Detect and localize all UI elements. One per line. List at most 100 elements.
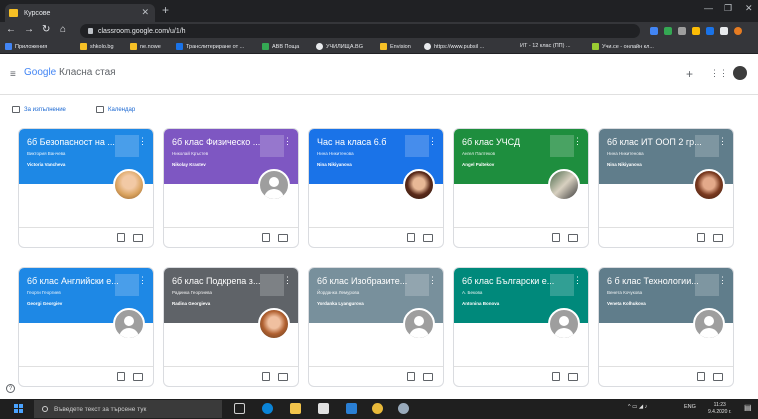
extension-2-icon[interactable]	[664, 27, 672, 35]
language-indicator[interactable]: ENG	[684, 404, 696, 410]
more-options-icon[interactable]: ⋮	[283, 136, 292, 147]
notification-icon[interactable]: ▤	[744, 403, 752, 412]
course-section: Йорданка Лемурова	[317, 290, 360, 295]
forward-icon[interactable]: →	[24, 24, 34, 35]
apps-grid-icon[interactable]: ⋮⋮	[710, 68, 728, 79]
reload-icon[interactable]: ↻	[42, 24, 50, 35]
more-options-icon[interactable]: ⋮	[138, 275, 147, 286]
course-title[interactable]: Час на класа 6.б	[317, 137, 435, 147]
course-card[interactable]: 6б клас Изобразите... Йорданка Лемурова Yo…	[308, 267, 444, 387]
chrome-icon[interactable]	[372, 403, 383, 414]
more-options-icon[interactable]: ⋮	[138, 136, 147, 147]
bookmark-apps[interactable]: Приложения	[5, 43, 47, 50]
course-title[interactable]: 6 б клас Технологии...	[607, 276, 725, 286]
assignments-icon[interactable]	[262, 372, 270, 381]
course-card[interactable]: 6б клас ИТ ООП 2 гр... Нина Никитенова Nin…	[598, 128, 734, 248]
add-class-icon[interactable]: +	[686, 67, 693, 81]
course-card[interactable]: 6б клас Физическо ... Николай Кръстев Niko…	[163, 128, 299, 248]
folder-icon[interactable]	[133, 373, 143, 381]
close-tab-icon[interactable]: ✕	[141, 7, 149, 18]
bookmark-it12[interactable]: ИТ - 12 клас (ПП) ...	[520, 43, 571, 49]
course-title[interactable]: 6б клас Английски е...	[27, 276, 145, 286]
assignments-icon[interactable]	[262, 233, 270, 242]
new-tab-button[interactable]: +	[162, 3, 169, 17]
profile-icon[interactable]	[734, 27, 742, 35]
course-card[interactable]: Час на класа 6.б Нина Никитенова Nina Niki…	[308, 128, 444, 248]
more-options-icon[interactable]: ⋮	[718, 275, 727, 286]
folder-icon[interactable]	[568, 373, 578, 381]
course-title[interactable]: 6б Безопасност на ...	[27, 137, 145, 147]
folder-icon[interactable]	[568, 234, 578, 242]
folder-icon[interactable]	[423, 234, 433, 242]
home-icon[interactable]: ⌂	[60, 24, 66, 35]
bookmark-nenowe[interactable]: ne.nowe	[130, 43, 161, 50]
assignments-icon[interactable]	[552, 372, 560, 381]
assignments-icon[interactable]	[697, 372, 705, 381]
folder-icon[interactable]	[278, 234, 288, 242]
bookmark-uchise[interactable]: Учи.се - онлайн кл...	[592, 43, 654, 50]
app-logo[interactable]: Google Класна стая	[24, 67, 116, 78]
extension-1-icon[interactable]	[650, 27, 658, 35]
bookmark-pubsil[interactable]: https://www.pubsil ...	[424, 43, 484, 50]
edge-icon[interactable]	[262, 403, 273, 414]
bookmark-envision[interactable]: Envision	[380, 43, 411, 50]
minimize-icon[interactable]: —	[704, 3, 713, 13]
task-view-icon[interactable]	[234, 403, 245, 414]
folder-icon[interactable]	[713, 234, 723, 242]
extension-3-icon[interactable]	[678, 27, 686, 35]
folder-icon[interactable]	[133, 234, 143, 242]
file-explorer-icon[interactable]	[290, 403, 301, 414]
assignments-icon[interactable]	[407, 233, 415, 242]
folder-icon[interactable]	[713, 373, 723, 381]
windows-start-icon[interactable]	[14, 404, 24, 414]
course-title[interactable]: 6б клас УЧСД	[462, 137, 580, 147]
course-title[interactable]: 6б клас Физическо ...	[172, 137, 290, 147]
course-card[interactable]: 6б клас Подкрепа з... Радинка Георгиева Ra…	[163, 267, 299, 387]
app-icon[interactable]	[398, 403, 409, 414]
assignments-icon[interactable]	[117, 233, 125, 242]
extension-6-icon[interactable]	[720, 27, 728, 35]
system-clock[interactable]: 11:23 9.4.2020 г.	[708, 402, 731, 416]
more-options-icon[interactable]: ⋮	[428, 275, 437, 286]
course-card[interactable]: 6б клас Английски е... Георги Георгиев Geo…	[18, 267, 154, 387]
course-title[interactable]: 6б клас Подкрепа з...	[172, 276, 290, 286]
course-title[interactable]: 6б клас Изобразите...	[317, 276, 435, 286]
assignments-icon[interactable]	[407, 372, 415, 381]
more-options-icon[interactable]: ⋮	[718, 136, 727, 147]
bookmark-abb-mail[interactable]: ABB Пощa	[262, 43, 299, 50]
menu-icon[interactable]: ≡	[10, 69, 16, 80]
more-options-icon[interactable]: ⋮	[283, 275, 292, 286]
course-title[interactable]: 6б клас ИТ ООП 2 гр...	[607, 137, 725, 147]
assignments-icon[interactable]	[117, 372, 125, 381]
course-card[interactable]: 6б клас УЧСД Ангел Палтеков Angel Paltekov…	[453, 128, 589, 248]
bookmark-shkolo[interactable]: shkolo.bg	[80, 43, 114, 50]
account-avatar[interactable]	[733, 66, 747, 80]
extension-5-icon[interactable]	[706, 27, 714, 35]
tray-icons[interactable]: ^ ▭ ◢ ♪	[628, 404, 647, 410]
course-card[interactable]: 6б клас Български е... А. Бекова Antonina …	[453, 267, 589, 387]
tab-classroom[interactable]: Курсове ✕	[5, 4, 155, 22]
help-icon[interactable]: ?	[6, 384, 15, 393]
extension-4-icon[interactable]	[692, 27, 700, 35]
close-window-icon[interactable]: ✕	[745, 3, 753, 14]
more-options-icon[interactable]: ⋮	[573, 136, 582, 147]
url-field[interactable]: classroom.google.com/u/1/h	[80, 24, 640, 38]
mail-icon[interactable]	[346, 403, 357, 414]
taskbar-search[interactable]: Въведете текст за търсене тук	[34, 400, 222, 418]
todo-link[interactable]: За изпълнение	[12, 106, 66, 113]
more-options-icon[interactable]: ⋮	[573, 275, 582, 286]
folder-icon[interactable]	[423, 373, 433, 381]
assignments-icon[interactable]	[552, 233, 560, 242]
course-card[interactable]: 6 б клас Технологии... Венета Кочукова Ven…	[598, 267, 734, 387]
course-title[interactable]: 6б клас Български е...	[462, 276, 580, 286]
bookmark-translit[interactable]: Транслитериране от ...	[176, 43, 244, 50]
store-icon[interactable]	[318, 403, 329, 414]
bookmark-uchilishta[interactable]: УЧИЛИЩА.BG	[316, 43, 363, 50]
course-card[interactable]: 6б Безопасност на ... Виктория Ванчева Vic…	[18, 128, 154, 248]
maximize-icon[interactable]: ❐	[724, 3, 732, 14]
back-icon[interactable]: ←	[6, 24, 16, 35]
assignments-icon[interactable]	[697, 233, 705, 242]
more-options-icon[interactable]: ⋮	[428, 136, 437, 147]
calendar-link[interactable]: Календар	[96, 106, 135, 113]
folder-icon[interactable]	[278, 373, 288, 381]
